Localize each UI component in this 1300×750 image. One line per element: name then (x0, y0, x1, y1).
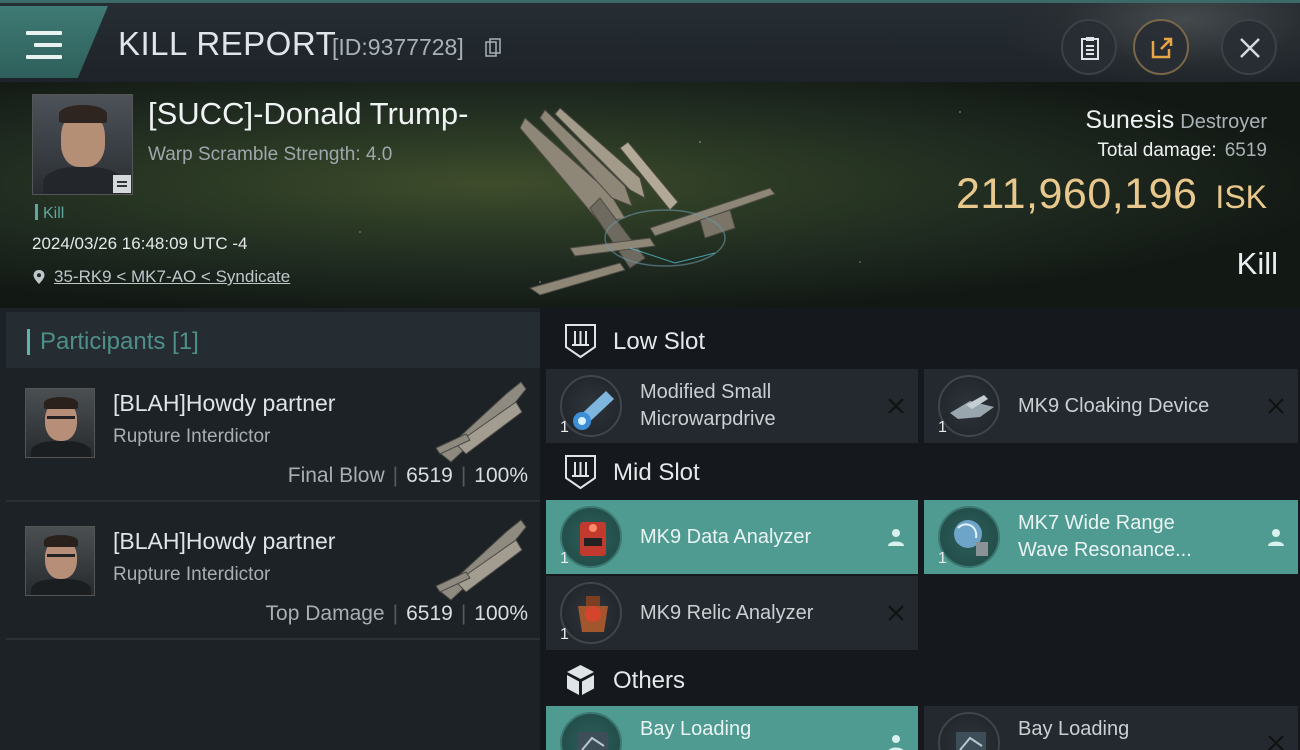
dropped-person-icon (888, 529, 904, 546)
fitting-panel: Low Slot 1 Modified Small Microwarpdrive … (540, 308, 1300, 750)
item-name: Modified Small Microwarpdrive (640, 381, 776, 430)
data-analyzer-icon (560, 506, 622, 568)
kill-location-link[interactable]: 35-RK9 < MK7-AO < Syndicate (32, 267, 290, 287)
cube-icon (567, 665, 594, 695)
report-id: [ID:9377728] (332, 34, 464, 60)
total-damage: Total damage: 6519 (1097, 140, 1267, 162)
participant-name: [BLAH]Howdy partner (113, 528, 336, 554)
item-name: MK9 Data Analyzer (640, 526, 812, 548)
low-slot-header: Low Slot (546, 312, 1300, 370)
fitted-item[interactable]: 1 MK9 Cloaking Device (924, 369, 1298, 443)
copy-icon[interactable] (485, 38, 501, 58)
participant-ship: Rupture Interdictor (113, 564, 271, 585)
participant-ship: Rupture Interdictor (113, 426, 271, 447)
item-quantity: 1 (560, 419, 569, 436)
destroyed-x-icon (888, 398, 904, 414)
isk-value: 211,960,196 (955, 170, 1198, 218)
cloaking-device-icon (938, 375, 1000, 437)
mid-slot-header: Mid Slot (546, 443, 1300, 501)
page-title: KILL REPORT (118, 25, 337, 62)
warp-scramble-strength: Warp Scramble Strength: 4.0 (148, 144, 393, 165)
scanner-array-icon (938, 506, 1000, 568)
bay-loading-icon (938, 712, 1000, 750)
participant-name: [BLAH]Howdy partner (113, 390, 336, 416)
victim-panel: [SUCC]-Donald Trump- Warp Scramble Stren… (0, 82, 1300, 308)
participant-damage: 6519 (406, 602, 453, 625)
menu-button[interactable] (0, 6, 108, 78)
slot-shield-icon (565, 324, 596, 359)
participant-stats: Final Blow | 6519 | 100% (287, 464, 528, 487)
hamburger-menu-icon (26, 31, 62, 59)
participant-card[interactable]: [BLAH]Howdy partner Rupture Interdictor … (6, 368, 540, 502)
low-slot-label: Low Slot (613, 328, 706, 355)
location-pin-icon (33, 270, 45, 284)
participant-percent: 100% (474, 602, 528, 625)
fitted-item[interactable]: 1 MK7 Wide Range Wave Resonance... (924, 500, 1298, 574)
item-quantity: 1 (938, 419, 947, 436)
participant-portrait[interactable] (25, 526, 95, 596)
item-name: MK9 Relic Analyzer (640, 602, 814, 624)
others-header: Others (546, 651, 1300, 709)
participant-role: Top Damage (265, 602, 385, 625)
kill-timestamp: 2024/03/26 16:48:09 UTC -4 (32, 234, 248, 253)
clipboard-button[interactable] (1061, 19, 1117, 75)
close-button[interactable] (1221, 19, 1277, 75)
ship-class: Destroyer (1180, 111, 1267, 133)
item-name: MK9 Cloaking Device (1018, 395, 1210, 417)
victim-name[interactable]: [SUCC]-Donald Trump- (148, 96, 468, 132)
relic-analyzer-icon (560, 582, 622, 644)
participant-ship-image (435, 381, 527, 463)
others-label: Others (613, 667, 686, 694)
mid-slot-label: Mid Slot (613, 459, 700, 486)
participant-role: Final Blow (287, 464, 385, 487)
victim-ship[interactable]: Sunesis Destroyer (1085, 106, 1267, 135)
participants-panel: Participants [1] [BLAH]Howdy partner Rup… (0, 308, 540, 750)
destroyed-x-icon (1268, 398, 1284, 414)
clipboard-icon (1081, 37, 1099, 60)
portrait-menu-icon[interactable] (113, 175, 131, 193)
participant-stats: Top Damage | 6519 | 100% (265, 602, 528, 625)
isk-value-line: 211,960,196 ISK (956, 170, 1267, 219)
destroyed-x-icon (888, 605, 904, 621)
header-bar: KILL REPORT [ID:9377728] (0, 0, 1300, 85)
slot-shield-icon (565, 455, 596, 490)
item-quantity: 1 (938, 550, 947, 567)
isk-unit: ISK (1215, 179, 1267, 215)
location-text: 35-RK9 < MK7-AO < Syndicate (54, 267, 291, 286)
fitted-item[interactable]: Bay Loading (924, 706, 1298, 750)
participant-percent: 100% (474, 464, 528, 487)
participants-title: Participants [1] (40, 328, 199, 355)
total-damage-value: 6519 (1224, 140, 1267, 161)
fitted-item[interactable]: 1 MK9 Relic Analyzer (546, 576, 918, 650)
kill-tag: Kill (35, 204, 64, 223)
destroyed-x-icon (1268, 735, 1284, 750)
close-icon (1240, 38, 1260, 58)
share-button[interactable] (1133, 19, 1189, 75)
total-damage-label: Total damage: (1097, 140, 1217, 161)
item-quantity: 1 (560, 550, 569, 567)
participant-portrait[interactable] (25, 388, 95, 458)
fitted-item[interactable]: Bay Loading (546, 706, 918, 750)
dropped-person-icon (1268, 529, 1284, 546)
bay-loading-icon (560, 712, 622, 750)
participant-card[interactable]: [BLAH]Howdy partner Rupture Interdictor … (6, 506, 540, 640)
item-quantity: 1 (560, 626, 569, 643)
ship-name: Sunesis (1085, 106, 1175, 134)
dropped-person-icon (888, 735, 904, 750)
share-icon (1151, 37, 1173, 59)
item-name: Bay Loading (640, 718, 752, 740)
fitted-item[interactable]: 1 MK9 Data Analyzer (546, 500, 918, 574)
item-name: Bay Loading (1018, 718, 1130, 740)
item-name: MK7 Wide Range Wave Resonance... (1018, 512, 1192, 561)
result-label: Kill (1236, 246, 1278, 281)
fitted-item[interactable]: 1 Modified Small Microwarpdrive (546, 369, 918, 443)
participant-ship-image (435, 519, 527, 601)
victim-ship-image (519, 107, 776, 296)
victim-portrait[interactable] (32, 94, 133, 195)
participants-header: Participants [1] (6, 312, 540, 368)
participant-damage: 6519 (406, 464, 453, 487)
microwarpdrive-icon (560, 375, 622, 437)
